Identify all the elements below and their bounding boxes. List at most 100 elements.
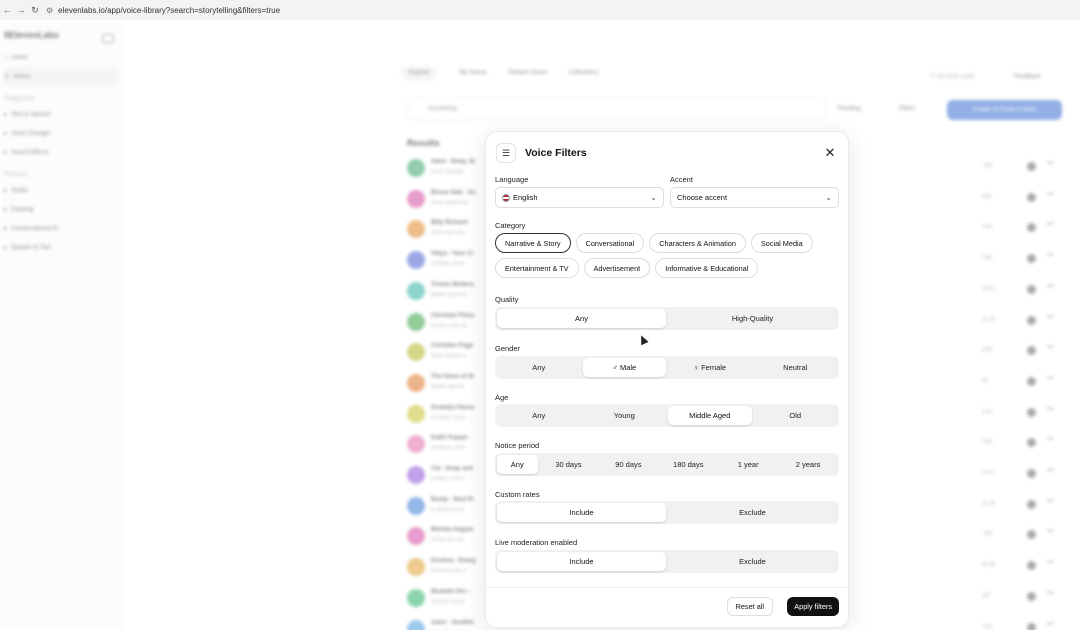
category-advertisement[interactable]: Advertisement [583,258,651,278]
reload-icon[interactable]: ↻ [28,5,42,16]
play-icon[interactable] [1027,223,1036,233]
play-icon[interactable] [1027,254,1036,264]
play-icon[interactable] [1027,284,1036,294]
more-options-icon[interactable]: ••• [1047,499,1053,505]
category-chips: Narrative & Story Conversational Charact… [495,233,839,278]
play-icon[interactable] [1027,346,1036,356]
voice-description: Krishna is the p [431,568,466,575]
sidebar-toggle-icon[interactable] [102,34,114,43]
accent-select[interactable]: Choose accent ⌄ [670,187,839,208]
sidebar-item-dubbing[interactable]: ▸ Dubbing [4,200,121,219]
gender-neutral[interactable]: Neutral [754,358,838,377]
more-options-icon[interactable]: ••• [1047,315,1053,321]
apply-filters-button[interactable]: Apply filters [787,597,839,616]
more-options-icon[interactable]: ••• [1047,284,1053,290]
age-young[interactable]: Young [583,406,667,425]
filters-button[interactable]: Filters [899,106,915,112]
language-value: English [513,193,538,202]
sidebar-item-studio[interactable]: ▸ Studio [4,181,121,200]
search-input[interactable]: storytelling [407,98,827,120]
category-informative-educational[interactable]: Informative & Educational [655,258,759,278]
age-old[interactable]: Old [754,406,838,425]
live-moderation-exclude[interactable]: Exclude [668,552,837,571]
more-options-icon[interactable]: ••• [1047,376,1053,382]
close-icon[interactable]: ✕ [822,145,838,161]
language-select[interactable]: English ⌄ [495,187,664,208]
notice-2-years[interactable]: 2 years [779,455,837,474]
gender-any[interactable]: Any [497,358,581,377]
age-any[interactable]: Any [497,406,581,425]
play-icon[interactable] [1027,622,1036,630]
modal-title: Voice Filters [525,147,587,159]
gender-female[interactable]: ♀ Female [668,358,752,377]
modal-header: ☰ Voice Filters ✕ [496,142,838,164]
category-characters-animation[interactable]: Characters & Animation [649,233,746,253]
sidebar-item-conversational-ai[interactable]: ▸ Conversational AI [4,219,121,238]
play-icon[interactable] [1027,376,1036,386]
more-options-icon[interactable]: ••• [1047,345,1053,351]
more-options-icon[interactable]: ••• [1047,622,1053,628]
gender-label: Gender [495,344,521,353]
play-icon[interactable] [1027,192,1036,202]
voice-usage-count: 3.3K [982,347,993,354]
trending-button[interactable]: Trending [837,106,860,112]
notice-90-days[interactable]: 90 days [599,455,657,474]
notice-30-days[interactable]: 30 days [540,455,598,474]
forward-icon[interactable]: → [14,5,28,15]
custom-rates-include[interactable]: Include [497,503,666,522]
sidebar-item-tts[interactable]: ▸ Text to Speech [4,105,121,124]
play-icon[interactable] [1027,591,1036,601]
more-options-icon[interactable]: ••• [1047,591,1053,597]
more-options-icon[interactable]: ••• [1047,437,1053,443]
play-icon[interactable] [1027,162,1036,171]
more-options-icon[interactable]: ••• [1047,253,1053,259]
sidebar-item-speech-to-text[interactable]: ▸ Speech to Text [4,238,121,257]
quality-high[interactable]: High-Quality [668,309,837,328]
more-options-icon[interactable]: ••• [1047,407,1053,413]
tab-default-voices[interactable]: Default Voices [509,70,547,80]
tab-explore[interactable]: Explore [401,66,438,80]
voice-avatar [407,251,425,270]
more-options-icon[interactable]: ••• [1047,468,1053,474]
notice-1-year[interactable]: 1 year [719,455,777,474]
quality-segmented: Any High-Quality [495,307,839,330]
category-narrative-story[interactable]: Narrative & Story [495,233,571,253]
tab-collections[interactable]: Collections [569,70,598,80]
more-options-icon[interactable]: ••• [1047,560,1053,566]
category-social-media[interactable]: Social Media [750,233,813,253]
play-icon[interactable] [1027,530,1036,540]
voice-avatar [407,312,425,331]
play-icon[interactable] [1027,315,1036,325]
notice-any[interactable]: Any [497,455,538,474]
address-bar[interactable]: ⚙ elevenlabs.io/app/voice-library?search… [46,6,280,15]
site-settings-icon[interactable]: ⚙ [46,6,53,15]
home-icon: ⌂ [4,54,8,61]
more-options-icon[interactable]: ••• [1047,161,1053,167]
sidebar-section-products: Products [4,172,28,178]
back-icon[interactable]: ← [0,5,14,15]
tab-my-voices[interactable]: My Voices [459,70,486,80]
feedback-button[interactable]: Feedback [1014,74,1040,80]
play-icon[interactable] [1027,438,1036,448]
play-icon[interactable] [1027,499,1036,509]
sidebar-item-home[interactable]: ⌂ Home [4,48,121,67]
create-voice-button[interactable]: Create or Clone a Voice [947,100,1062,120]
category-entertainment-tv[interactable]: Entertainment & TV [495,258,579,278]
gender-male[interactable]: ♂ Male [582,358,666,377]
live-moderation-include[interactable]: Include [497,552,666,571]
quality-any[interactable]: Any [497,309,666,328]
reset-all-button[interactable]: Reset all [726,597,773,616]
age-middle-aged[interactable]: Middle Aged [668,406,752,425]
sidebar-item-sound-effects[interactable]: ▸ Sound Effects [4,143,121,162]
play-icon[interactable] [1027,561,1036,571]
more-options-icon[interactable]: ••• [1047,192,1053,198]
sidebar-item-voices[interactable]: ◎ Voices [4,67,118,86]
notice-180-days[interactable]: 180 days [659,455,717,474]
play-icon[interactable] [1027,407,1036,417]
more-options-icon[interactable]: ••• [1047,222,1053,228]
custom-rates-exclude[interactable]: Exclude [668,503,837,522]
more-options-icon[interactable]: ••• [1047,529,1053,535]
category-conversational[interactable]: Conversational [575,233,645,253]
play-icon[interactable] [1027,469,1036,478]
sidebar-item-voice-changer[interactable]: ▸ Voice Changer [4,124,121,143]
